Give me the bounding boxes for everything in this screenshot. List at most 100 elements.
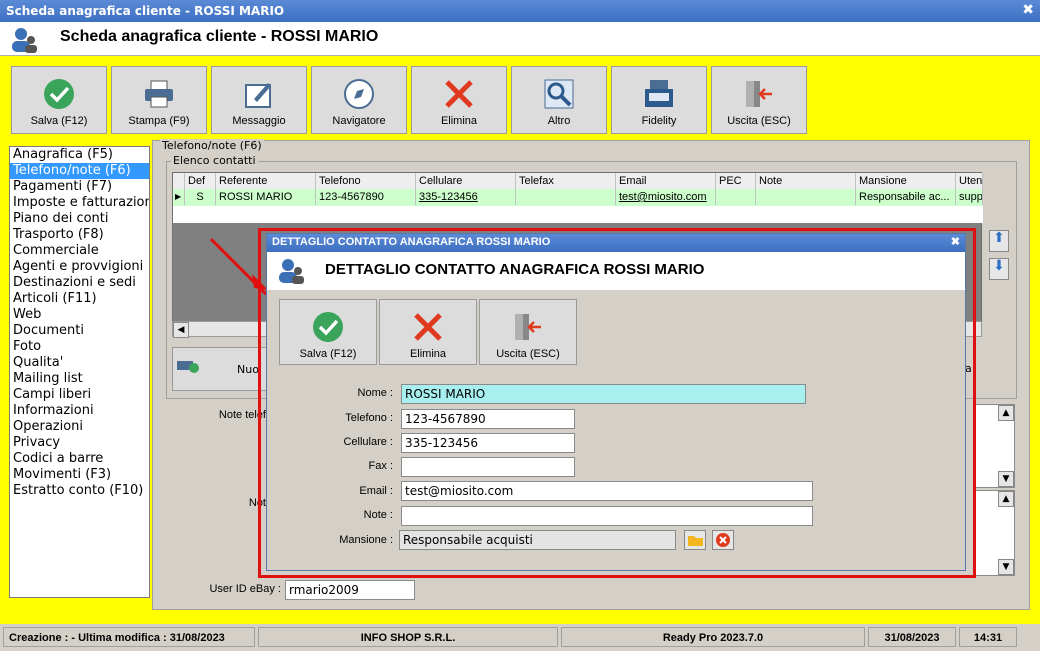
grid-column-header[interactable]: Telefono — [316, 173, 416, 189]
ebay-user-input[interactable]: rmario2009 — [285, 580, 415, 600]
section-item[interactable]: Piano dei conti — [10, 211, 149, 227]
scroll-down-icon[interactable]: ▼ — [998, 559, 1014, 575]
mansione-clear-button[interactable] — [712, 530, 734, 550]
grid-column-header[interactable]: Def — [185, 173, 216, 189]
grid-cell[interactable] — [756, 189, 856, 205]
mansione-browse-button[interactable] — [684, 530, 706, 550]
grid-cell[interactable] — [516, 189, 616, 205]
dialog-header: DETTAGLIO CONTATTO ANAGRAFICA ROSSI MARI… — [267, 252, 965, 290]
dialog-header-title: DETTAGLIO CONTATTO ANAGRAFICA ROSSI MARI… — [325, 261, 705, 278]
dialog-titlebar: DETTAGLIO CONTATTO ANAGRAFICA ROSSI MARI… — [267, 234, 965, 252]
folder-icon — [688, 536, 703, 546]
nome-input[interactable]: ROSSI MARIO — [401, 384, 806, 404]
section-item[interactable]: Privacy — [10, 435, 149, 451]
section-list[interactable]: Anagrafica (F5) Telefono/note (F6) Pagamen… — [9, 146, 150, 598]
section-item[interactable]: Web — [10, 307, 149, 323]
delete-icon — [414, 313, 442, 341]
contact-detail-dialog: DETTAGLIO CONTATTO ANAGRAFICA ROSSI MARI… — [266, 233, 966, 571]
section-item[interactable]: Commerciale — [10, 243, 149, 259]
new-contact-button[interactable]: Nuo — [172, 347, 268, 391]
fidelity-button[interactable]: Fidelity — [611, 66, 707, 134]
status-creation: Creazione : - Ultima modifica : 31/08/20… — [3, 627, 255, 647]
grid-cell[interactable]: test@miosito.com — [616, 189, 716, 205]
section-item[interactable]: Pagamenti (F7) — [10, 179, 149, 195]
grid-cell[interactable]: ROSSI MARIO — [216, 189, 316, 205]
message-button[interactable]: Messaggio — [211, 66, 307, 134]
section-item[interactable]: Imposte e fatturazione — [10, 195, 149, 211]
dialog-title: DETTAGLIO CONTATTO ANAGRAFICA ROSSI MARI… — [272, 236, 551, 248]
scroll-down-icon[interactable]: ▼ — [998, 471, 1014, 487]
grid-column-header[interactable]: Telefax — [516, 173, 616, 189]
fax-label: Fax : — [368, 460, 393, 472]
note-textarea[interactable]: ▲ ▼ — [975, 490, 1015, 576]
section-item[interactable]: Trasporto (F8) — [10, 227, 149, 243]
scroll-up-icon[interactable]: ▲ — [998, 405, 1014, 421]
section-item[interactable]: Estratto conto (F10) — [10, 483, 149, 499]
status-time: 14:31 — [959, 627, 1017, 647]
section-item[interactable]: Foto — [10, 339, 149, 355]
window-title: Scheda anagrafica cliente - ROSSI MARIO — [6, 4, 285, 18]
section-item[interactable]: Agenti e provvigioni — [10, 259, 149, 275]
cellulare-input[interactable]: 335-123456 — [401, 433, 575, 453]
section-item[interactable]: Telefono/note (F6) — [10, 163, 149, 179]
other-button[interactable]: Altro — [511, 66, 607, 134]
grid-column-header[interactable]: Uten — [956, 173, 983, 189]
note-telefono-textarea[interactable]: ▲ ▼ — [975, 404, 1015, 488]
telefono-input[interactable]: 123-4567890 — [401, 409, 575, 429]
row-marker-icon: ▶ — [173, 189, 185, 205]
move-up-icon[interactable]: ⬆ — [989, 230, 1009, 252]
delete-button[interactable]: Elimina — [411, 66, 507, 134]
grid-cell[interactable]: S — [185, 189, 216, 205]
section-item[interactable]: Codici a barre — [10, 451, 149, 467]
print-button[interactable]: Stampa (F9) — [111, 66, 207, 134]
move-down-icon[interactable]: ⬇ — [989, 258, 1009, 280]
section-item[interactable]: Qualita' — [10, 355, 149, 371]
grid-column-header[interactable]: Referente — [216, 173, 316, 189]
grid-column-header[interactable]: Mansione — [856, 173, 956, 189]
dialog-close-icon[interactable]: ✖ — [951, 235, 960, 248]
section-item[interactable]: Campi liberi — [10, 387, 149, 403]
contacts-group-title: Elenco contatti — [171, 154, 258, 167]
scroll-up-icon[interactable]: ▲ — [998, 491, 1014, 507]
mansione-field[interactable]: Responsabile acquisti — [399, 530, 676, 550]
section-item[interactable]: Destinazioni e sedi — [10, 275, 149, 291]
contact-icon — [279, 259, 304, 284]
note-telefono-label: Note telef — [218, 409, 266, 421]
table-row[interactable]: ▶ S ROSSI MARIO 123-4567890 335-123456 test@m… — [173, 189, 983, 206]
section-item[interactable]: Movimenti (F3) — [10, 467, 149, 483]
exit-button[interactable]: Uscita (ESC) — [711, 66, 807, 134]
note-dialog-input[interactable] — [401, 506, 813, 526]
section-item[interactable]: Articoli (F11) — [10, 291, 149, 307]
fax-input[interactable] — [401, 457, 575, 477]
grid-cell[interactable] — [716, 189, 756, 205]
dialog-save-button[interactable]: Salva (F12) — [279, 299, 377, 365]
dialog-delete-button[interactable]: Elimina — [379, 299, 477, 365]
dialog-exit-button[interactable]: Uscita (ESC) — [479, 299, 577, 365]
section-item[interactable]: Informazioni — [10, 403, 149, 419]
table-row-empty — [173, 206, 983, 223]
grid-column-header[interactable]: Email — [616, 173, 716, 189]
grid-column-header[interactable]: PEC — [716, 173, 756, 189]
grid-cell[interactable]: 123-4567890 — [316, 189, 416, 205]
grid-cell[interactable]: 335-123456 — [416, 189, 516, 205]
grid-column-header[interactable]: Cellulare — [416, 173, 516, 189]
grid-cell[interactable]: supp — [956, 189, 983, 205]
section-item[interactable]: Operazioni — [10, 419, 149, 435]
window-close-icon[interactable]: ✖ — [1022, 2, 1034, 18]
new-contact-label: Nuo — [237, 363, 259, 376]
email-input[interactable]: test@miosito.com — [401, 481, 813, 501]
magnifier-icon — [544, 79, 574, 109]
window-titlebar: Scheda anagrafica cliente - ROSSI MARIO … — [0, 0, 1040, 22]
grid-header: Def Referente Telefono Cellulare Telefax Emai… — [173, 173, 983, 189]
section-item[interactable]: Mailing list — [10, 371, 149, 387]
grid-corner — [173, 173, 185, 189]
save-button[interactable]: Salva (F12) — [11, 66, 107, 134]
section-item[interactable]: Anagrafica (F5) — [10, 147, 149, 163]
customer-icon — [12, 28, 37, 53]
panel-group-title: Telefono/note (F6) — [160, 139, 264, 152]
grid-cell[interactable]: Responsabile ac... — [856, 189, 956, 205]
grid-column-header[interactable]: Note — [756, 173, 856, 189]
section-item[interactable]: Documenti — [10, 323, 149, 339]
scroll-left-icon[interactable]: ◀ — [173, 322, 189, 338]
navigator-button[interactable]: Navigatore — [311, 66, 407, 134]
